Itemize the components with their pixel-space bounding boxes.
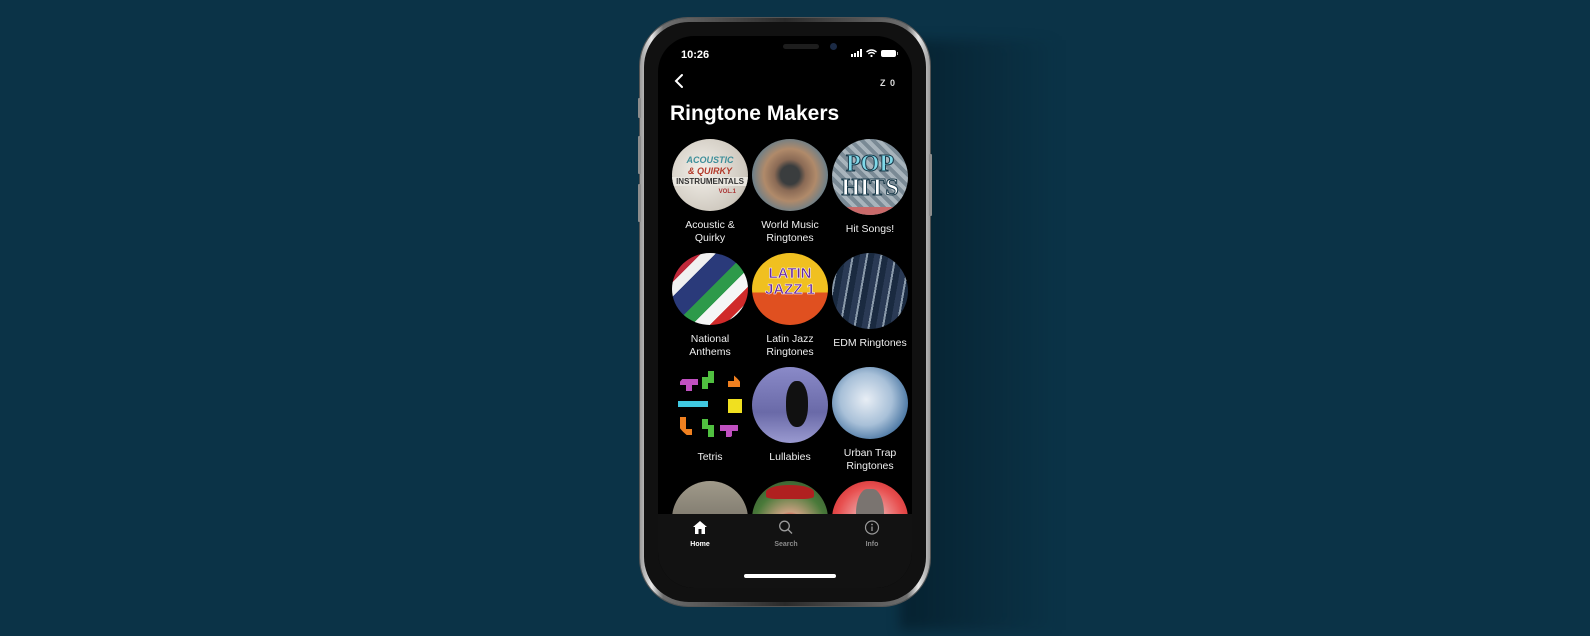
status-icons [851, 49, 898, 57]
collection-artwork [752, 139, 828, 211]
back-button[interactable] [674, 72, 684, 95]
collection-label: World Music Ringtones [761, 219, 819, 244]
collection-label: Hit Songs! [845, 223, 895, 235]
battery-icon [881, 49, 898, 57]
tab-search[interactable]: Search [756, 520, 816, 548]
collection-tile[interactable]: ACOUSTIC & QUIRKY INSTRUMENTALS VOL.1 Ac… [670, 139, 750, 245]
collection-label: National Anthems [689, 333, 731, 358]
collection-artwork: POP HITS [832, 139, 908, 215]
collection-artwork: LATIN JAZZ 1 [752, 253, 828, 325]
collection-tile[interactable]: World Music Ringtones [750, 139, 830, 245]
tab-info[interactable]: Info [842, 520, 902, 548]
phone-bezel: 10:26 Z 0 Ringtone Makers ACOUSTIC & QUI… [644, 22, 926, 602]
front-camera [830, 43, 837, 50]
volume-down-button [638, 184, 641, 222]
home-icon [693, 521, 707, 534]
collection-tile[interactable]: National Anthems [670, 253, 750, 359]
info-icon [864, 520, 880, 535]
status-time: 10:26 [681, 49, 710, 61]
wifi-icon [866, 49, 877, 57]
volume-up-button [638, 136, 641, 174]
collection-tile[interactable]: Tetris [670, 367, 750, 473]
tab-home[interactable]: Home [670, 520, 730, 548]
search-icon [779, 520, 793, 534]
collection-tile[interactable]: Urban Trap Ringtones [830, 367, 910, 473]
chevron-left-icon [674, 74, 683, 88]
power-button [929, 154, 932, 216]
collection-label: Latin Jazz Ringtones [766, 333, 814, 358]
collection-label: Tetris [697, 451, 723, 463]
collection-artwork: ACOUSTIC & QUIRKY INSTRUMENTALS VOL.1 [672, 139, 748, 211]
collection-label: Lullabies [769, 451, 811, 463]
tetris-artwork-icon [678, 371, 742, 437]
app-screen: 10:26 Z 0 Ringtone Makers ACOUSTIC & QUI… [658, 36, 912, 588]
home-indicator[interactable] [744, 574, 836, 578]
tab-bar: Home Search Info [658, 514, 912, 588]
collection-label: EDM Ringtones [833, 337, 907, 349]
tab-label: Home [690, 541, 710, 548]
collection-tile[interactable]: Lullabies [750, 367, 830, 473]
collection-tile[interactable]: LATIN JAZZ 1 Latin Jazz Ringtones [750, 253, 830, 359]
collection-artwork [672, 253, 748, 325]
tab-label: Search [774, 541, 798, 548]
collection-tile[interactable]: POP HITS Hit Songs! [830, 139, 910, 245]
collection-artwork [752, 367, 828, 443]
mute-switch [638, 98, 641, 118]
collection-label: Urban Trap Ringtones [843, 447, 897, 472]
collection-tile[interactable]: EDM Ringtones [830, 253, 910, 359]
collection-label: Acoustic & Quirky [685, 219, 735, 244]
collection-artwork [832, 253, 908, 329]
tab-label: Info [865, 541, 879, 548]
collection-artwork [832, 367, 908, 439]
phone-frame: 10:26 Z 0 Ringtone Makers ACOUSTIC & QUI… [638, 18, 932, 606]
speaker-grille [783, 44, 819, 49]
page-title: Ringtone Makers [670, 102, 840, 125]
cellular-signal-icon [851, 49, 862, 57]
collection-artwork [672, 367, 748, 443]
counter-badge: Z 0 [879, 78, 896, 88]
